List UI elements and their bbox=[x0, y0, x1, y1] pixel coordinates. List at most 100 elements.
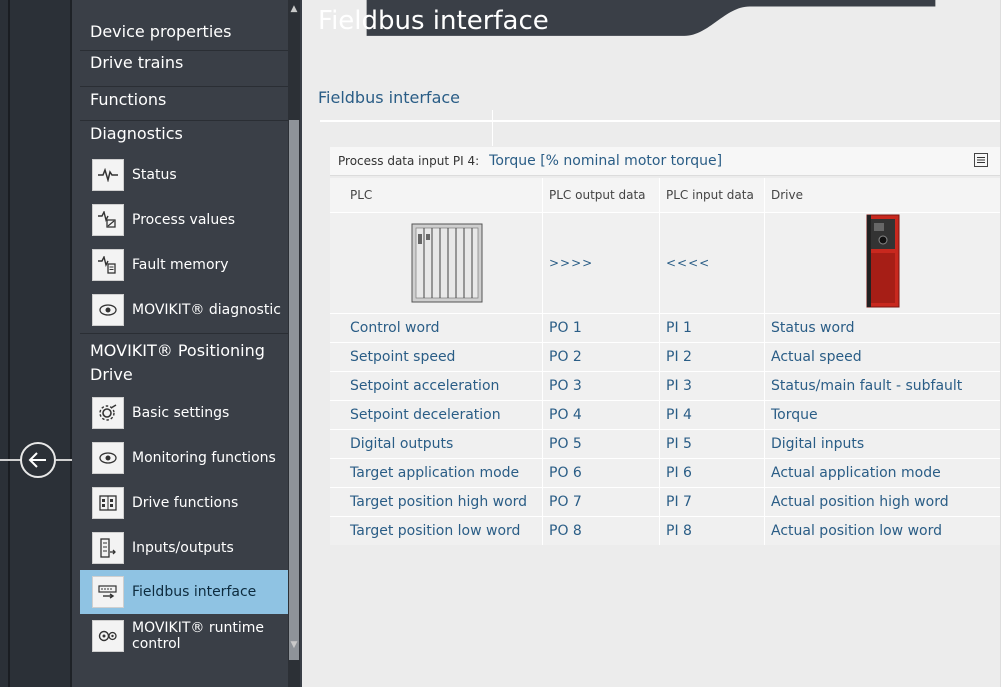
drive-cell: Status word bbox=[764, 313, 1000, 343]
sidebar-item-label: Monitoring functions bbox=[132, 450, 276, 466]
back-button[interactable] bbox=[20, 442, 56, 478]
output-cell: PO 2 bbox=[542, 342, 660, 372]
sidebar-item-label: MOVIKIT® diagnostic bbox=[132, 302, 281, 318]
input-cell: PI 3 bbox=[659, 371, 765, 401]
sidebar-item-label: Fault memory bbox=[132, 257, 229, 273]
input-cell: PI 5 bbox=[659, 429, 765, 459]
table-row: Target position low word PO 8 PI 8 Actua… bbox=[330, 516, 1000, 545]
output-cell: PO 4 bbox=[542, 400, 660, 430]
output-cell: PO 5 bbox=[542, 429, 660, 459]
output-cell: PO 3 bbox=[542, 371, 660, 401]
divider bbox=[320, 120, 1000, 122]
runtime-control-icon bbox=[92, 620, 124, 652]
sidebar-item-label: Process values bbox=[132, 212, 236, 228]
sidebar-item-label: Diagnostics bbox=[90, 124, 183, 143]
sidebar-item-label: MOVIKIT® runtime control bbox=[132, 620, 265, 652]
drive-cell: Actual speed bbox=[764, 342, 1000, 372]
scroll-down-arrow-icon[interactable]: ▼ bbox=[289, 640, 299, 652]
scrollbar-thumb[interactable] bbox=[289, 120, 299, 660]
sidebar-item-label: Functions bbox=[90, 90, 167, 109]
table-row: Target position high word PO 7 PI 7 Actu… bbox=[330, 487, 1000, 517]
table-row: Setpoint deceleration PO 4 PI 4 Torque bbox=[330, 400, 1000, 430]
io-icon bbox=[92, 532, 124, 564]
plc-image-cell bbox=[330, 212, 543, 314]
sidebar-item-movikit-runtime-control[interactable]: MOVIKIT® runtime control bbox=[80, 614, 294, 658]
fault-memory-icon bbox=[92, 249, 124, 281]
sidebar-item-status[interactable]: Status bbox=[80, 153, 294, 197]
column-header-plc-input: PLC input data bbox=[659, 178, 765, 213]
input-cell: PI 1 bbox=[659, 313, 765, 343]
app-window: Device properties Drive trains Functions… bbox=[0, 0, 1001, 687]
plc-cell: Target position low word bbox=[330, 516, 543, 545]
sidebar-item-drive-functions[interactable]: Drive functions bbox=[80, 481, 294, 525]
sidebar-item-movikit-positioning-drive[interactable]: MOVIKIT® Positioning Drive bbox=[80, 333, 294, 389]
input-cell: PI 8 bbox=[659, 516, 765, 545]
main-panel: Fieldbus interface Fieldbus interface Pr… bbox=[302, 0, 1000, 687]
sidebar-item-basic-settings[interactable]: Basic settings bbox=[80, 391, 294, 435]
plc-cell: Setpoint speed bbox=[330, 342, 543, 372]
sidebar-item-label: Status bbox=[132, 167, 177, 183]
arrows-cell: >>>> bbox=[542, 212, 660, 314]
sidebar-item-process-values[interactable]: Process values bbox=[80, 198, 294, 242]
sidebar-item-label: MOVIKIT® Positioning Drive bbox=[90, 341, 265, 384]
sidebar-item-device-properties[interactable]: Device properties bbox=[80, 22, 294, 48]
page-title: Fieldbus interface bbox=[318, 6, 549, 36]
sidebar-item-label: Device properties bbox=[90, 22, 232, 41]
divider bbox=[8, 0, 10, 687]
scroll-up-arrow-icon[interactable]: ▲ bbox=[289, 4, 299, 16]
column-header-drive: Drive bbox=[764, 178, 1000, 213]
sidebar-item-fieldbus-interface[interactable]: Fieldbus interface bbox=[80, 570, 294, 614]
arrow-left-icon bbox=[28, 452, 46, 468]
drive-cell: Actual position low word bbox=[764, 516, 1000, 545]
sidebar-item-monitoring-functions[interactable]: Monitoring functions bbox=[80, 436, 294, 480]
drive-cell: Actual position high word bbox=[764, 487, 1000, 517]
table-row: Digital outputs PO 5 PI 5 Digital inputs bbox=[330, 429, 1000, 459]
sidebar-item-diagnostics[interactable]: Diagnostics bbox=[80, 120, 294, 150]
left-nav-strip bbox=[0, 0, 72, 687]
plc-cell: Control word bbox=[330, 313, 543, 343]
arrows-cell: <<<< bbox=[659, 212, 765, 314]
sidebar-item-drive-trains[interactable]: Drive trains bbox=[80, 50, 294, 80]
output-cell: PO 6 bbox=[542, 458, 660, 488]
divider bbox=[56, 459, 72, 461]
process-data-value[interactable]: Torque [% nominal motor torque] bbox=[489, 153, 722, 169]
output-cell: PO 7 bbox=[542, 487, 660, 517]
sidebar-item-label: Inputs/outputs bbox=[132, 540, 234, 556]
process-data-label: Process data input PI 4: bbox=[338, 154, 480, 168]
plc-device-image bbox=[411, 223, 483, 303]
sidebar-item-label: Basic settings bbox=[132, 405, 230, 421]
output-cell: PO 1 bbox=[542, 313, 660, 343]
column-header-plc: PLC bbox=[330, 178, 543, 213]
fieldbus-mapping-table: PLC PLC output data PLC input data Drive bbox=[330, 178, 1000, 545]
process-data-selector[interactable]: Process data input PI 4: Torque [% nomin… bbox=[330, 147, 1000, 176]
input-cell: PI 4 bbox=[659, 400, 765, 430]
sidebar-item-label: Drive functions bbox=[132, 495, 239, 511]
section-title: Fieldbus interface bbox=[318, 88, 461, 107]
menu-icon[interactable] bbox=[974, 153, 988, 167]
divider bbox=[0, 459, 22, 461]
column-header-plc-output: PLC output data bbox=[542, 178, 660, 213]
drive-image-cell bbox=[764, 212, 1000, 314]
table-row: Setpoint speed PO 2 PI 2 Actual speed bbox=[330, 342, 1000, 372]
sidebar-item-fault-memory[interactable]: Fault memory bbox=[80, 243, 294, 287]
input-arrows: <<<< bbox=[666, 256, 711, 270]
input-cell: PI 2 bbox=[659, 342, 765, 372]
table-row: Control word PO 1 PI 1 Status word bbox=[330, 313, 1000, 343]
output-arrows: >>>> bbox=[549, 256, 594, 270]
drive-device-image bbox=[866, 214, 900, 308]
plc-cell: Target position high word bbox=[330, 487, 543, 517]
output-cell: PO 8 bbox=[542, 516, 660, 545]
plc-cell: Digital outputs bbox=[330, 429, 543, 459]
drive-cell: Digital inputs bbox=[764, 429, 1000, 459]
drive-cell: Actual application mode bbox=[764, 458, 1000, 488]
sidebar-item-label: Fieldbus interface bbox=[132, 584, 257, 600]
drive-cell: Status/main fault - subfault bbox=[764, 371, 1000, 401]
sidebar-item-movikit-diagnostic[interactable]: MOVIKIT® diagnostic bbox=[80, 288, 294, 332]
sidebar-item-label: Drive trains bbox=[90, 53, 184, 72]
sidebar-item-inputs-outputs[interactable]: Inputs/outputs bbox=[80, 526, 294, 570]
table-row: Target application mode PO 6 PI 6 Actual… bbox=[330, 458, 1000, 488]
pulse-icon bbox=[92, 159, 124, 191]
input-cell: PI 7 bbox=[659, 487, 765, 517]
sidebar-item-functions[interactable]: Functions bbox=[80, 86, 294, 116]
eye-icon bbox=[92, 442, 124, 474]
